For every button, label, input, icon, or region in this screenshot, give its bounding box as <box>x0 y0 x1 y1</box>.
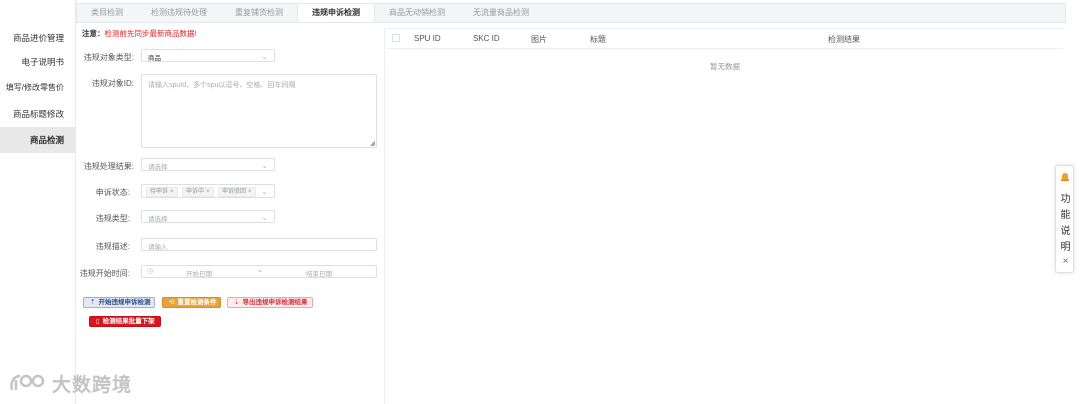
help-char: 能 <box>1060 210 1071 221</box>
tab-no-traffic-check[interactable]: 无流量商品检测 <box>459 4 543 22</box>
tab-duplicate-check[interactable]: 重复铺货检测 <box>221 4 297 22</box>
appeal-status-select[interactable]: 待申诉 × 申诉中 × 申诉驳回 × ⌄ <box>141 184 275 198</box>
results-table: SPU ID SKC ID 图片 标题 检测结果 暂无数据 <box>387 28 1063 71</box>
batch-offline-button[interactable]: ▯ 检测结果批量下架 <box>89 316 161 327</box>
chevron-down-icon: ⌄ <box>261 187 268 196</box>
sidebar-item-product-check[interactable]: 商品检测 <box>0 127 76 153</box>
violation-type-label: 违规类型: <box>95 214 130 223</box>
upload-icon: ⇡ <box>90 299 96 306</box>
help-char: 说 <box>1060 226 1071 237</box>
column-skc-id[interactable]: SKC ID <box>473 34 500 43</box>
document-icon: ▯ <box>96 318 100 325</box>
refresh-icon: ⟲ <box>169 299 175 306</box>
chevron-down-icon: ⌄ <box>261 161 268 170</box>
start-time-label: 违规开始时间: <box>79 269 130 278</box>
feature-help-panel[interactable]: 功 能 说 明 × <box>1055 165 1074 273</box>
column-image[interactable]: 图片 <box>531 34 547 45</box>
date-range-picker[interactable]: ◷ 开始日期 ~ 结束日期 <box>141 265 377 278</box>
end-date-input[interactable]: 结束日期 <box>306 268 332 278</box>
description-placeholder: 请输入 <box>148 244 168 251</box>
help-char: 明 <box>1060 242 1071 253</box>
notice-text: 检测前先同步最新商品数据! <box>104 29 197 38</box>
description-label: 违规描述: <box>95 242 130 251</box>
target-type-label: 违规对象类型: <box>83 53 134 62</box>
watermark-logo: 大数跨境 <box>8 370 148 396</box>
select-all-checkbox[interactable] <box>392 34 400 42</box>
help-bell-icon <box>1061 173 1069 181</box>
violation-type-select[interactable]: 请选择 ⌄ <box>141 210 275 223</box>
export-results-button[interactable]: ⇣ 导出违规申诉检测结果 <box>227 297 313 308</box>
resize-handle-icon[interactable]: ◢ <box>370 140 375 147</box>
reset-conditions-button[interactable]: ⟲ 重置检测条件 <box>162 297 221 308</box>
target-id-label: 违规对象ID: <box>91 79 134 88</box>
result-select[interactable]: 请选择 ⌄ <box>141 158 275 171</box>
chevron-down-icon: ⌄ <box>261 52 268 61</box>
sync-notice: 注意：检测前先同步最新商品数据! <box>82 28 197 39</box>
target-type-value: 商品 <box>148 55 161 62</box>
violation-type-placeholder: 请选择 <box>148 216 168 223</box>
table-header: SPU ID SKC ID 图片 标题 检测结果 <box>387 29 1063 49</box>
appeal-tag: 待申诉 × <box>146 187 178 197</box>
tab-no-sales-check[interactable]: 商品无动销检测 <box>375 4 459 22</box>
close-icon[interactable]: × <box>206 189 210 195</box>
appeal-tag: 申诉驳回 × <box>218 187 256 197</box>
description-input[interactable]: 请输入 <box>141 238 377 251</box>
close-icon[interactable]: × <box>248 189 252 195</box>
brand-logo-icon <box>10 374 45 391</box>
chevron-down-icon: ⌄ <box>261 213 268 222</box>
target-type-select[interactable]: 商品 ⌄ <box>141 49 275 62</box>
panel-divider <box>384 28 385 404</box>
target-id-textarea[interactable]: 请输入spuId，多个spu以逗号、空格、回车间隔 ◢ <box>141 74 377 148</box>
target-id-placeholder: 请输入spuId，多个spu以逗号、空格、回车间隔 <box>148 82 296 89</box>
tab-category-check[interactable]: 类目检测 <box>77 4 137 22</box>
tab-appeal-check[interactable]: 违规申诉检测 <box>297 4 375 22</box>
clock-icon: ◷ <box>147 268 154 275</box>
close-icon[interactable]: × <box>170 189 174 195</box>
help-char: 功 <box>1060 194 1071 205</box>
sidebar-item-purchase-price[interactable]: 商品进价管理 <box>0 25 76 51</box>
empty-state: 暂无数据 <box>710 62 740 71</box>
tab-violation-pending[interactable]: 检测违规待处理 <box>137 4 221 22</box>
appeal-status-label: 申诉状态: <box>95 188 130 197</box>
column-check-result[interactable]: 检测结果 <box>828 34 860 45</box>
download-icon: ⇣ <box>234 299 240 306</box>
column-spu-id[interactable]: SPU ID <box>414 34 441 43</box>
sidebar-item-title-edit[interactable]: 商品标题修改 <box>0 101 76 127</box>
start-date-input[interactable]: 开始日期 <box>186 268 212 278</box>
date-separator: ~ <box>258 268 262 275</box>
close-icon[interactable]: × <box>1056 256 1075 267</box>
result-placeholder: 请选择 <box>148 164 168 171</box>
watermark-text: 大数跨境 <box>52 374 133 396</box>
column-title[interactable]: 标题 <box>590 34 606 45</box>
appeal-tag: 申诉中 × <box>182 187 214 197</box>
notice-label: 注意： <box>82 29 105 38</box>
start-appeal-check-button[interactable]: ⇡ 开始违规申诉检测 <box>83 297 155 308</box>
result-label: 违规处理结果: <box>83 162 134 171</box>
tab-bar: 类目检测 检测违规待处理 重复铺货检测 违规申诉检测 商品无动销检测 无流量商品… <box>76 3 1066 23</box>
